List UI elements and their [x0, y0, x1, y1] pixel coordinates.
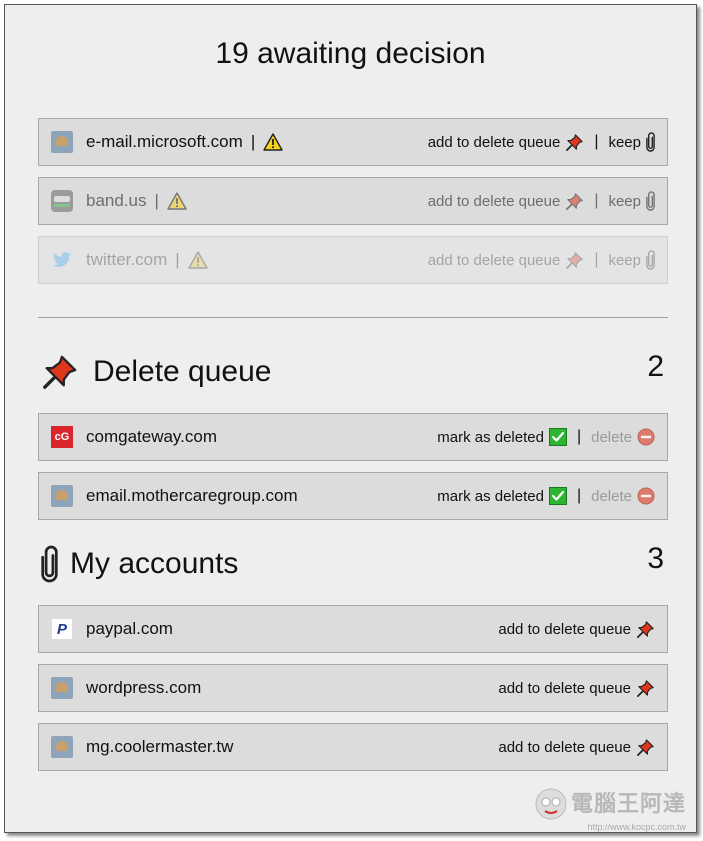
keep-button[interactable]: keep: [608, 132, 655, 152]
add-to-delete-queue-label: add to delete queue: [427, 192, 561, 210]
add-to-delete-queue-label: add to delete queue: [498, 620, 631, 638]
domain-label: wordpress.com: [86, 678, 202, 697]
warning-icon: [188, 251, 208, 269]
pushpin-icon: [636, 620, 655, 639]
paperclip-icon: [646, 132, 655, 152]
mark-as-deleted-label: mark as deleted: [437, 487, 544, 505]
domain-label: band.us: [86, 191, 147, 210]
keep-button[interactable]: keep: [608, 191, 655, 211]
separator: |: [594, 133, 599, 150]
my-accounts-heading: My accounts: [41, 545, 238, 583]
delete-label: delete: [591, 428, 632, 446]
page-title: 19 awaiting decision: [215, 37, 486, 70]
paperclip-icon: [646, 250, 655, 270]
pushpin-icon: [41, 353, 79, 391]
band-favicon-icon: [51, 190, 73, 212]
check-mark-icon: [549, 428, 567, 446]
domain-label: mg.coolermaster.tw: [86, 737, 234, 756]
generic-favicon-icon: [51, 131, 73, 153]
add-to-delete-queue-label: add to delete queue: [498, 738, 631, 756]
delete-queue-row: email.mothercaregroup.com mark as delete…: [38, 472, 668, 520]
twitter-bird-icon: [51, 249, 73, 271]
paypal-favicon-icon: P: [51, 618, 73, 640]
separator: |: [154, 191, 159, 210]
separator: |: [250, 132, 256, 151]
mark-as-deleted-button[interactable]: mark as deleted: [437, 428, 567, 446]
pushpin-icon: [565, 251, 584, 270]
generic-favicon-icon: [51, 736, 73, 758]
delete-label: delete: [591, 487, 632, 505]
mascot-icon: [535, 788, 567, 820]
pushpin-icon: [565, 192, 584, 211]
no-entry-icon: [637, 487, 655, 505]
delete-queue-title: Delete queue: [93, 355, 272, 388]
check-mark-icon: [549, 487, 567, 505]
add-to-delete-queue-button[interactable]: add to delete queue: [498, 738, 655, 757]
delete-button[interactable]: delete: [591, 487, 655, 505]
domain-label: comgateway.com: [86, 427, 218, 446]
account-row: P paypal.com add to delete queue: [38, 605, 668, 653]
domain-label: twitter.com: [86, 250, 168, 269]
pushpin-icon: [636, 679, 655, 698]
account-row: mg.coolermaster.tw add to delete queue: [38, 723, 668, 771]
pushpin-icon: [565, 133, 584, 152]
watermark: 電腦王阿達 http://www.kocpc.com.tw: [531, 782, 686, 832]
generic-favicon-icon: [51, 485, 73, 507]
paperclip-icon: [41, 545, 58, 583]
domain-label: paypal.com: [86, 619, 173, 638]
separator: |: [175, 250, 180, 269]
mark-as-deleted-button[interactable]: mark as deleted: [437, 487, 567, 505]
keep-label: keep: [608, 192, 641, 210]
my-accounts-count: 3: [647, 542, 664, 575]
separator: |: [576, 487, 582, 504]
delete-queue-row: cG comgateway.com mark as deleted | dele…: [38, 413, 668, 461]
generic-favicon-icon: [51, 677, 73, 699]
keep-button[interactable]: keep: [608, 250, 655, 270]
pushpin-icon: [636, 738, 655, 757]
separator: |: [594, 251, 599, 268]
warning-icon: [167, 192, 187, 210]
delete-queue-heading: Delete queue: [41, 353, 271, 391]
add-to-delete-queue-label: add to delete queue: [498, 679, 631, 697]
section-divider: [38, 317, 668, 318]
no-entry-icon: [637, 428, 655, 446]
delete-queue-count: 2: [647, 350, 664, 383]
add-to-delete-queue-button[interactable]: add to delete queue: [498, 679, 655, 698]
app-window: 19 awaiting decision e-mail.microsoft.co…: [4, 4, 697, 833]
separator: |: [576, 428, 582, 445]
watermark-url: http://www.kocpc.com.tw: [587, 822, 686, 832]
delete-button[interactable]: delete: [591, 428, 655, 446]
add-to-delete-queue-button[interactable]: add to delete queue: [428, 133, 585, 152]
mark-as-deleted-label: mark as deleted: [437, 428, 544, 446]
paperclip-icon: [646, 191, 655, 211]
keep-label: keep: [608, 133, 641, 151]
add-to-delete-queue-button[interactable]: add to delete queue: [428, 192, 585, 211]
watermark-text: 電腦王阿達: [570, 792, 686, 817]
keep-label: keep: [608, 251, 641, 269]
awaiting-row: e-mail.microsoft.com | add to delete que…: [38, 118, 668, 166]
awaiting-row: band.us | add to delete queue | keep: [38, 177, 668, 225]
add-to-delete-queue-label: add to delete queue: [427, 251, 561, 269]
warning-icon: [263, 133, 283, 151]
awaiting-row: twitter.com | add to delete queue | keep: [38, 236, 668, 284]
add-to-delete-queue-button[interactable]: add to delete queue: [428, 251, 585, 270]
add-to-delete-queue-button[interactable]: add to delete queue: [498, 620, 655, 639]
add-to-delete-queue-label: add to delete queue: [427, 133, 561, 151]
domain-label: email.mothercaregroup.com: [86, 486, 298, 505]
account-row: wordpress.com add to delete queue: [38, 664, 668, 712]
separator: |: [594, 192, 599, 209]
my-accounts-title: My accounts: [70, 547, 239, 580]
comgateway-favicon-icon: cG: [51, 426, 73, 448]
domain-label: e-mail.microsoft.com: [86, 132, 243, 151]
